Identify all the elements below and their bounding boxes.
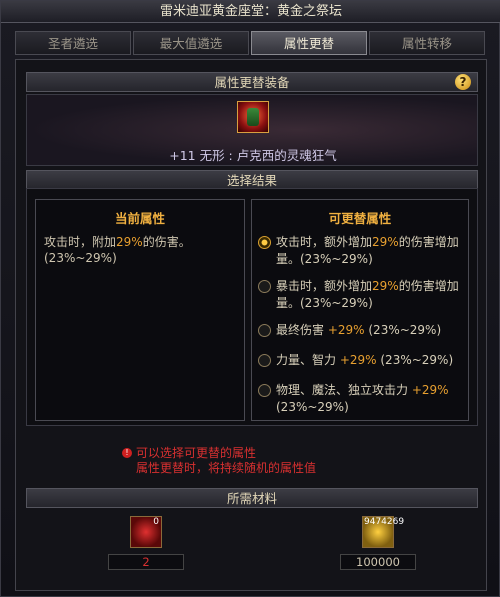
material-amount-1: 2 (108, 554, 184, 570)
attribute-option-5[interactable]: 物理、魔法、独立攻击力 +29% (23%~29%) (258, 382, 466, 416)
main-panel: 属性更替装备 ? +11 无形 : 卢克西的灵魂狂气 选择结果 当前属性 攻击时… (15, 59, 487, 591)
equip-header-label: 属性更替装备 (214, 75, 290, 90)
attribute-option-3[interactable]: 最终伤害 +29% (23%~29%) (258, 322, 466, 339)
replaceable-attribute-title: 可更替属性 (328, 211, 392, 226)
gold-coin-icon[interactable]: 9474269 (362, 516, 404, 548)
current-attribute-text: 攻击时，附加29%的伤害。(23%~29%) (44, 235, 191, 265)
material-amount-2: 100000 (340, 554, 416, 570)
attribute-option-4[interactable]: 力量、智力 +29% (23%~29%) (258, 352, 466, 369)
tab-attribute-transfer[interactable]: 属性转移 (369, 31, 485, 55)
warning-icon: ! (122, 448, 132, 458)
altar-window: 雷米迪亚黄金座堂：黄金之祭坛 圣者遴选 最大值遴选 属性更替 属性转移 属性更替… (0, 0, 500, 597)
radio-icon[interactable] (258, 384, 271, 397)
tab-attribute-replace[interactable]: 属性更替 (251, 31, 367, 55)
warning-message: ! 可以选择可更替的属性 属性更替时，将持续随机的属性值 (122, 446, 436, 476)
result-box: 当前属性 攻击时，附加29%的伤害。(23%~29%) 可更替属性 攻击时，额外… (26, 188, 478, 426)
tab-max-selection[interactable]: 最大值遴选 (133, 31, 249, 55)
help-icon[interactable]: ? (455, 74, 471, 90)
tab-saint-selection[interactable]: 圣者遴选 (15, 31, 131, 55)
attribute-option-2[interactable]: 暴击时，额外增加29%的伤害增加量。(23%~29%) (258, 278, 466, 312)
tab-bar: 圣者遴选 最大值遴选 属性更替 属性转移 (15, 31, 487, 55)
equipment-icon[interactable] (237, 101, 269, 133)
materials-header: 所需材料 (26, 488, 478, 508)
radio-selected-icon[interactable] (258, 236, 271, 249)
warning-line-1: 可以选择可更替的属性 (136, 446, 257, 460)
attribute-option-1[interactable]: 攻击时，额外增加29%的伤害增加量。(23%~29%) (258, 234, 466, 268)
radio-icon[interactable] (258, 354, 271, 367)
equipment-name: +11 无形 : 卢克西的灵魂狂气 (169, 148, 337, 163)
replaceable-attribute-panel: 可更替属性 攻击时，额外增加29%的伤害增加量。(23%~29%) 暴击时，额外… (251, 199, 469, 421)
warning-line-2: 属性更替时，将持续随机的属性值 (136, 461, 317, 475)
radio-icon[interactable] (258, 324, 271, 337)
equip-slot-area: +11 无形 : 卢克西的灵魂狂气 (26, 94, 478, 166)
window-title: 雷米迪亚黄金座堂：黄金之祭坛 (1, 1, 500, 23)
gold-badge: 9474269 (364, 517, 405, 527)
equip-header: 属性更替装备 ? (26, 72, 478, 92)
result-header: 选择结果 (26, 170, 478, 190)
current-attribute-title: 当前属性 (114, 211, 165, 226)
red-crystal-icon[interactable]: 0 (130, 516, 162, 548)
material-badge: 0 (153, 517, 159, 527)
current-attribute-panel: 当前属性 攻击时，附加29%的伤害。(23%~29%) (35, 199, 245, 421)
radio-icon[interactable] (258, 280, 271, 293)
